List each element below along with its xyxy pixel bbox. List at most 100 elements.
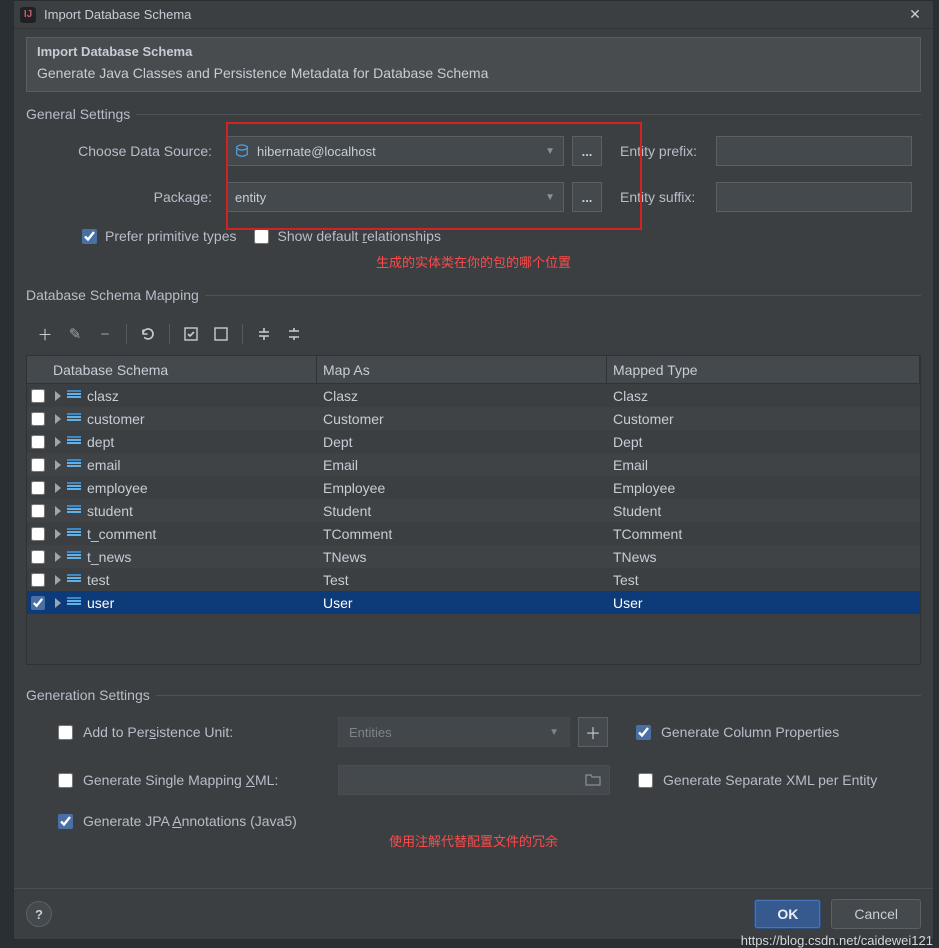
map-as-value: TComment bbox=[317, 526, 607, 542]
single-xml-path-input[interactable] bbox=[338, 765, 610, 795]
collapse-all-button[interactable] bbox=[281, 321, 307, 347]
select-all-button[interactable] bbox=[178, 321, 204, 347]
datasource-icon bbox=[235, 144, 249, 158]
generation-settings-title: Generation Settings bbox=[26, 687, 921, 703]
mapped-type-value: Email bbox=[607, 457, 920, 473]
table-icon bbox=[67, 482, 81, 494]
table-icon bbox=[67, 528, 81, 540]
prefer-primitive-checkbox[interactable]: Prefer primitive types bbox=[82, 228, 236, 244]
mapped-type-value: Clasz bbox=[607, 388, 920, 404]
mapping-toolbar: ＋ ✎ − bbox=[26, 317, 921, 355]
table-row[interactable]: emailEmailEmail bbox=[27, 453, 920, 476]
mapped-type-value: Employee bbox=[607, 480, 920, 496]
col-map-as[interactable]: Map As bbox=[317, 356, 607, 383]
row-checkbox[interactable] bbox=[31, 458, 45, 472]
banner-subheading: Generate Java Classes and Persistence Me… bbox=[37, 65, 910, 81]
table-row[interactable]: employeeEmployeeEmployee bbox=[27, 476, 920, 499]
row-checkbox[interactable] bbox=[31, 504, 45, 518]
expand-icon[interactable] bbox=[55, 414, 61, 424]
entity-suffix-input[interactable] bbox=[716, 182, 912, 212]
data-source-value: hibernate@localhost bbox=[257, 144, 376, 159]
table-row[interactable]: t_commentTCommentTComment bbox=[27, 522, 920, 545]
refresh-button[interactable] bbox=[135, 321, 161, 347]
map-as-value: Test bbox=[317, 572, 607, 588]
map-as-value: Customer bbox=[317, 411, 607, 427]
prefer-primitive-input[interactable] bbox=[82, 229, 97, 244]
expand-all-button[interactable] bbox=[251, 321, 277, 347]
row-checkbox[interactable] bbox=[31, 481, 45, 495]
expand-icon[interactable] bbox=[55, 529, 61, 539]
row-checkbox[interactable] bbox=[31, 435, 45, 449]
folder-icon bbox=[585, 772, 601, 789]
entity-suffix-label: Entity suffix: bbox=[620, 189, 708, 205]
package-combo[interactable]: entity ▼ bbox=[226, 182, 564, 212]
schema-name: customer bbox=[87, 411, 145, 427]
col-database-schema[interactable]: Database Schema bbox=[27, 356, 317, 383]
data-source-combo[interactable]: hibernate@localhost ▼ bbox=[226, 136, 564, 166]
table-row[interactable]: customerCustomerCustomer bbox=[27, 407, 920, 430]
add-button[interactable]: ＋ bbox=[32, 321, 58, 347]
expand-icon[interactable] bbox=[55, 575, 61, 585]
expand-icon[interactable] bbox=[55, 552, 61, 562]
mapped-type-value: TNews bbox=[607, 549, 920, 565]
deselectall-icon bbox=[213, 326, 229, 342]
entity-prefix-input[interactable] bbox=[716, 136, 912, 166]
import-database-schema-dialog: IJ Import Database Schema ✕ Import Datab… bbox=[13, 0, 934, 940]
mapped-type-value: Test bbox=[607, 572, 920, 588]
expand-icon[interactable] bbox=[55, 437, 61, 447]
table-row[interactable]: t_newsTNewsTNews bbox=[27, 545, 920, 568]
persistence-unit-combo[interactable]: Entities ▼ bbox=[338, 717, 570, 747]
schema-name: employee bbox=[87, 480, 148, 496]
add-persistence-unit-button[interactable]: ＋ bbox=[578, 717, 608, 747]
table-row[interactable]: deptDeptDept bbox=[27, 430, 920, 453]
deselect-all-button[interactable] bbox=[208, 321, 234, 347]
table-icon bbox=[67, 390, 81, 402]
table-icon bbox=[67, 505, 81, 517]
generate-single-xml-checkbox[interactable]: Generate Single Mapping XML: bbox=[58, 772, 338, 788]
chevron-down-icon: ▼ bbox=[545, 146, 555, 157]
show-default-relationships-input[interactable] bbox=[254, 229, 269, 244]
row-checkbox[interactable] bbox=[31, 550, 45, 564]
add-to-persistence-checkbox[interactable]: Add to Persistence Unit: bbox=[58, 724, 338, 740]
table-icon bbox=[67, 436, 81, 448]
col-mapped-type[interactable]: Mapped Type bbox=[607, 356, 920, 383]
close-icon[interactable]: ✕ bbox=[903, 5, 927, 25]
mapped-type-value: TComment bbox=[607, 526, 920, 542]
package-label: Package: bbox=[26, 189, 226, 205]
table-row[interactable]: studentStudentStudent bbox=[27, 499, 920, 522]
schema-name: user bbox=[87, 595, 114, 611]
package-value: entity bbox=[235, 190, 266, 205]
generate-column-properties-checkbox[interactable]: Generate Column Properties bbox=[636, 724, 839, 740]
row-checkbox[interactable] bbox=[31, 596, 45, 610]
schema-name: t_news bbox=[87, 549, 131, 565]
row-checkbox[interactable] bbox=[31, 389, 45, 403]
cancel-button[interactable]: Cancel bbox=[831, 899, 921, 929]
generate-jpa-annotations-checkbox[interactable]: Generate JPA Annotations (Java5) bbox=[58, 813, 338, 829]
schema-name: email bbox=[87, 457, 120, 473]
map-as-value: Clasz bbox=[317, 388, 607, 404]
collapse-icon bbox=[286, 326, 302, 342]
row-checkbox[interactable] bbox=[31, 573, 45, 587]
row-checkbox[interactable] bbox=[31, 412, 45, 426]
package-browse-button[interactable]: ... bbox=[572, 182, 602, 212]
ok-button[interactable]: OK bbox=[754, 899, 821, 929]
expand-icon[interactable] bbox=[55, 483, 61, 493]
table-row[interactable]: userUserUser bbox=[27, 591, 920, 614]
show-default-relationships-checkbox[interactable]: Show default relationships bbox=[254, 228, 440, 244]
data-source-browse-button[interactable]: ... bbox=[572, 136, 602, 166]
data-source-label: Choose Data Source: bbox=[26, 143, 226, 159]
dialog-title: Import Database Schema bbox=[44, 7, 903, 22]
help-button[interactable]: ? bbox=[26, 901, 52, 927]
table-row[interactable]: claszClaszClasz bbox=[27, 384, 920, 407]
expand-icon[interactable] bbox=[55, 598, 61, 608]
row-checkbox[interactable] bbox=[31, 527, 45, 541]
edit-button: ✎ bbox=[62, 321, 88, 347]
table-row[interactable]: test TestTest bbox=[27, 568, 920, 591]
refresh-icon bbox=[140, 326, 156, 342]
mapped-type-value: Student bbox=[607, 503, 920, 519]
expand-icon[interactable] bbox=[55, 506, 61, 516]
expand-icon[interactable] bbox=[55, 460, 61, 470]
schema-name: test bbox=[87, 572, 110, 588]
generate-separate-xml-checkbox[interactable]: Generate Separate XML per Entity bbox=[638, 772, 877, 788]
expand-icon[interactable] bbox=[55, 391, 61, 401]
